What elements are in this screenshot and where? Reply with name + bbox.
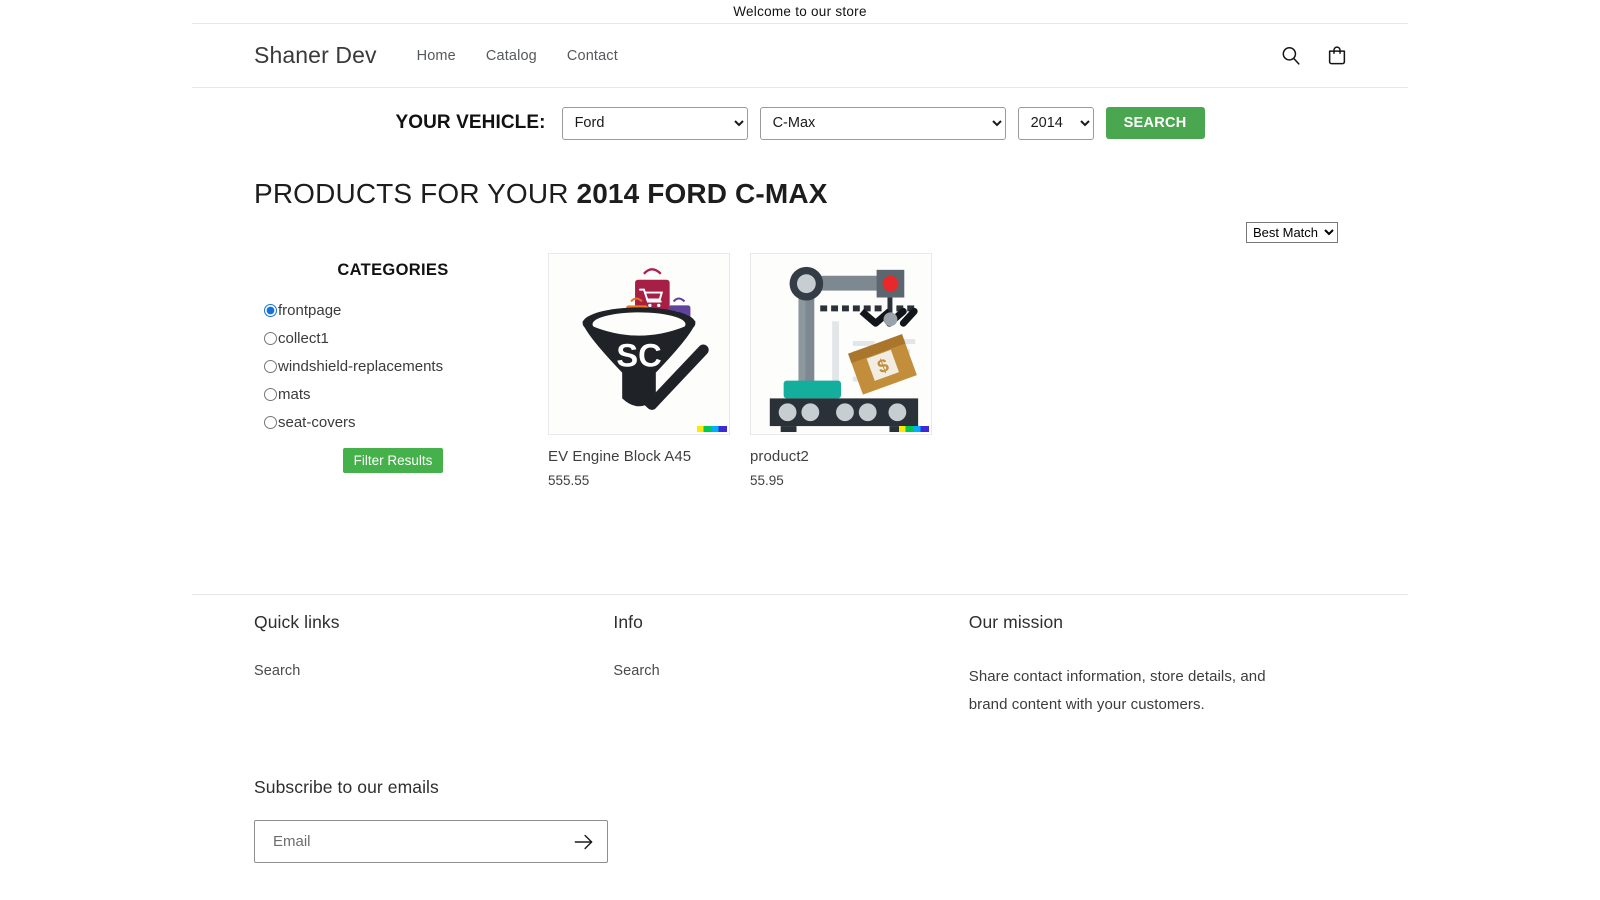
category-row-windshield-replacements[interactable]: windshield-replacements (264, 358, 532, 375)
page-title: PRODUCTS FOR YOUR 2014 FORD C-MAX (192, 156, 1408, 210)
storefront-page: Welcome to our store Shaner Dev Home Cat… (0, 0, 1600, 900)
image-watermark (899, 426, 929, 432)
brand-logo[interactable]: Shaner Dev (254, 42, 377, 69)
results-body: CATEGORIES frontpage collect1 windshield… (192, 243, 1408, 488)
vehicle-search-button[interactable]: SEARCH (1105, 107, 1205, 139)
newsletter-section: Subscribe to our emails (254, 777, 1346, 863)
site-footer: Quick links Search Info Search Our missi… (192, 612, 1408, 863)
product-price: 55.95 (750, 473, 784, 488)
category-label-windshield-replacements[interactable]: windshield-replacements (278, 358, 443, 375)
page-title-vehicle: 2014 FORD C-MAX (576, 178, 828, 209)
product-title[interactable]: EV Engine Block A45 (548, 448, 730, 465)
category-row-frontpage[interactable]: frontpage (264, 302, 532, 319)
filter-results-button[interactable]: Filter Results (342, 448, 444, 473)
footer-link-quick-search[interactable]: Search (254, 663, 613, 679)
image-watermark (697, 426, 727, 432)
product-card[interactable]: SC EV Engine Block A45 555.55 (548, 253, 730, 488)
product-card[interactable]: $ product2 55.95 (750, 253, 932, 488)
vehicle-selector-bar: YOUR VEHICLE: Ford C-Max 2014 SEARCH (192, 90, 1408, 156)
vehicle-year-select[interactable]: 2014 (1017, 106, 1094, 140)
svg-text:SC: SC (616, 337, 661, 374)
cart-icon[interactable] (1324, 43, 1350, 69)
vehicle-model-select[interactable]: C-Max (759, 106, 1006, 140)
category-radio-mats[interactable] (264, 388, 277, 401)
header-icon-group (1278, 24, 1350, 87)
newsletter-heading: Subscribe to our emails (254, 777, 439, 797)
categories-title: CATEGORIES (337, 261, 449, 279)
category-radio-frontpage[interactable] (264, 304, 277, 317)
nav-item-contact[interactable]: Contact (567, 48, 618, 64)
product-image-sc-funnel[interactable]: SC (548, 253, 730, 435)
category-label-seat-covers[interactable]: seat-covers (278, 414, 356, 431)
footer-column-mission: Our mission Share contact information, s… (969, 612, 1346, 719)
category-label-mats[interactable]: mats (278, 386, 311, 403)
site-header: Shaner Dev Home Catalog Contact (192, 23, 1408, 88)
vehicle-selector-wrap: YOUR VEHICLE: Ford C-Max 2014 SEARCH (192, 90, 1408, 156)
footer-heading-quick-links: Quick links (254, 612, 340, 632)
announcement-bar-wrap: Welcome to our store (192, 0, 1408, 23)
site-header-wrap: Shaner Dev Home Catalog Contact (192, 23, 1408, 88)
product-image-robotic-arm[interactable]: $ (750, 253, 932, 435)
footer-column-info: Info Search (613, 612, 968, 719)
newsletter-submit-button[interactable] (571, 821, 597, 862)
announcement-text: Welcome to our store (733, 4, 867, 19)
vehicle-make-select[interactable]: Ford (561, 106, 748, 140)
category-row-collect1[interactable]: collect1 (264, 330, 532, 347)
category-radio-collect1[interactable] (264, 332, 277, 345)
results-section: PRODUCTS FOR YOUR 2014 FORD C-MAX Best M… (192, 156, 1408, 488)
footer-column-quick-links: Quick links Search (254, 612, 613, 719)
footer-heading-mission: Our mission (968, 612, 1064, 632)
email-input[interactable] (255, 821, 607, 862)
nav-item-home[interactable]: Home (417, 48, 456, 64)
footer-heading-info: Info (613, 612, 643, 632)
vehicle-selector-label: YOUR VEHICLE: (395, 112, 546, 133)
footer-columns: Quick links Search Info Search Our missi… (254, 612, 1346, 719)
filter-button-wrap: Filter Results (254, 448, 532, 473)
category-row-mats[interactable]: mats (264, 386, 532, 403)
footer-link-info-search[interactable]: Search (613, 663, 968, 679)
category-radio-seat-covers[interactable] (264, 416, 277, 429)
product-grid: SC EV Engine Block A45 555.55 $ product2… (532, 249, 932, 488)
page-title-prefix: PRODUCTS FOR YOUR (254, 178, 577, 209)
search-icon[interactable] (1278, 43, 1304, 69)
nav-item-catalog[interactable]: Catalog (486, 48, 537, 64)
announcement-bar: Welcome to our store (192, 0, 1408, 23)
footer-divider (192, 594, 1408, 595)
category-radio-windshield-replacements[interactable] (264, 360, 277, 373)
newsletter-field[interactable] (254, 820, 608, 863)
categories-sidebar: CATEGORIES frontpage collect1 windshield… (254, 249, 532, 488)
sort-row: Best Match (192, 210, 1408, 243)
footer-mission-text: Share contact information, store details… (968, 668, 1266, 713)
category-label-collect1[interactable]: collect1 (278, 330, 329, 347)
category-row-seat-covers[interactable]: seat-covers (264, 414, 532, 431)
sort-select[interactable]: Best Match (1246, 222, 1338, 243)
product-price: 555.55 (548, 473, 590, 488)
category-label-frontpage[interactable]: frontpage (278, 302, 341, 319)
arrow-right-icon (574, 834, 593, 849)
main-nav: Home Catalog Contact (417, 48, 618, 64)
product-title[interactable]: product2 (750, 448, 932, 465)
